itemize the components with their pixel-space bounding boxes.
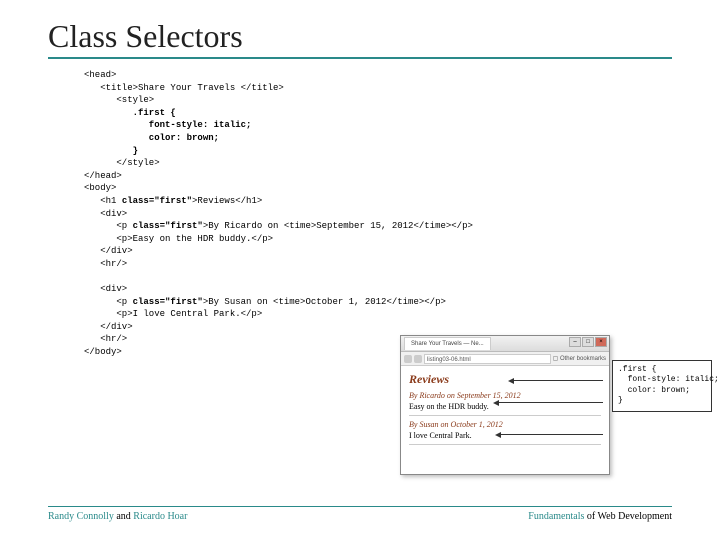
code-line: <style> — [84, 95, 154, 105]
code-line: </body> — [84, 347, 122, 357]
code-line: </head> — [84, 171, 122, 181]
callout-arrow — [498, 402, 603, 403]
browser-tab[interactable]: Share Your Travels — Ne... — [404, 337, 491, 350]
url-field[interactable]: listing03-06.html — [424, 354, 551, 364]
code-block: <head> <title>Share Your Travels </title… — [48, 69, 672, 359]
css-callout: .first { font-style: italic; color: brow… — [612, 360, 712, 412]
slide-footer: Randy Connolly and Ricardo Hoar Fundamen… — [48, 506, 672, 522]
code-line: </style> — [84, 158, 160, 168]
code-line: <body> — [84, 183, 116, 193]
code-line: <p — [84, 221, 133, 231]
rendered-p: Easy on the HDR buddy. — [409, 402, 601, 411]
footer-right: Fundamentals of Web Development — [528, 511, 672, 522]
code-line: <p>I love Central Park.</p> — [84, 309, 262, 319]
browser-screenshot: Share Your Travels — Ne... – □ × listing… — [400, 335, 610, 475]
code-line: </div> — [84, 246, 133, 256]
code-line: <div> — [84, 284, 127, 294]
code-line: class="first" — [122, 196, 192, 206]
rendered-first-p: By Susan on October 1, 2012 — [409, 420, 601, 429]
code-line: <head> — [84, 70, 116, 80]
code-line: <div> — [84, 209, 127, 219]
code-line: </div> — [84, 322, 133, 332]
rendered-hr — [409, 444, 601, 445]
browser-titlebar: Share Your Travels — Ne... – □ × — [401, 336, 609, 352]
bookmark-text: Other bookmarks — [560, 356, 606, 362]
code-line: class="first" — [133, 221, 203, 231]
author-name: Randy Connolly — [48, 511, 114, 522]
rendered-hr — [409, 415, 601, 416]
rendered-p: I love Central Park. — [409, 431, 601, 440]
code-line: font-style: italic; — [84, 120, 251, 130]
callout-arrow — [513, 380, 603, 381]
book-title-part: Fundamentals — [528, 511, 584, 522]
browser-urlbar: listing03-06.html ▢ Other bookmarks — [401, 352, 609, 366]
footer-rule — [48, 506, 672, 507]
code-line: <hr/> — [84, 259, 127, 269]
slide: Class Selectors <head> <title>Share Your… — [0, 0, 720, 540]
title-rule — [48, 57, 672, 59]
footer-left: Randy Connolly and Ricardo Hoar — [48, 511, 187, 522]
book-title-part: of Web Development — [584, 511, 672, 522]
window-buttons: – □ × — [569, 337, 607, 347]
code-line: } — [84, 146, 138, 156]
forward-icon[interactable] — [414, 355, 422, 363]
code-line: <h1 — [84, 196, 122, 206]
browser-content: Reviews By Ricardo on September 15, 2012… — [401, 366, 609, 474]
code-line: >By Ricardo on <time>September 15, 2012<… — [203, 221, 473, 231]
code-line: .first { — [84, 108, 176, 118]
close-icon[interactable]: × — [595, 337, 607, 347]
code-line: <p — [84, 297, 133, 307]
code-line: <title>Share Your Travels </title> — [84, 83, 284, 93]
code-line: class="first" — [133, 297, 203, 307]
rendered-first-p: By Ricardo on September 15, 2012 — [409, 391, 601, 400]
code-line: <p>Easy on the HDR buddy.</p> — [84, 234, 273, 244]
code-line: >By Susan on <time>October 1, 2012</time… — [203, 297, 446, 307]
footer-row: Randy Connolly and Ricardo Hoar Fundamen… — [48, 511, 672, 522]
callout-arrow — [500, 434, 603, 435]
code-line: color: brown; — [84, 133, 219, 143]
code-line: <hr/> — [84, 334, 127, 344]
code-line: >Reviews</h1> — [192, 196, 262, 206]
footer-text: and — [114, 511, 133, 522]
maximize-icon[interactable]: □ — [582, 337, 594, 347]
slide-title: Class Selectors — [48, 18, 672, 55]
minimize-icon[interactable]: – — [569, 337, 581, 347]
back-icon[interactable] — [404, 355, 412, 363]
bookmarks-label[interactable]: ▢ Other bookmarks — [553, 355, 606, 362]
author-name: Ricardo Hoar — [133, 511, 187, 522]
